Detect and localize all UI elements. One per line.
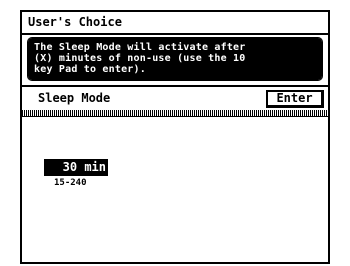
title-bar: User's Choice [22, 12, 328, 35]
sleep-minutes-field[interactable]: 30 min [44, 159, 108, 176]
section-divider [22, 85, 328, 87]
allowed-range: 15-240 [54, 178, 87, 188]
sleep-mode-header: Sleep Mode Enter [22, 89, 328, 109]
instruction-line: The Sleep Mode will activate after [34, 42, 246, 53]
sleep-mode-label: Sleep Mode [38, 91, 111, 105]
enter-button[interactable]: Enter [266, 90, 324, 108]
instruction-text: The Sleep Mode will activate after (X) m… [34, 42, 320, 75]
hatched-divider [22, 110, 328, 117]
screen: User's Choice The Sleep Mode will activa… [0, 0, 350, 266]
instruction-message: The Sleep Mode will activate after (X) m… [27, 37, 323, 81]
instruction-line: (X) minutes of non-use (use the 10 [34, 53, 246, 64]
panel-title: User's Choice [28, 15, 122, 29]
user-choice-panel: User's Choice The Sleep Mode will activa… [20, 10, 330, 264]
instruction-line: key Pad to enter). [34, 64, 146, 75]
